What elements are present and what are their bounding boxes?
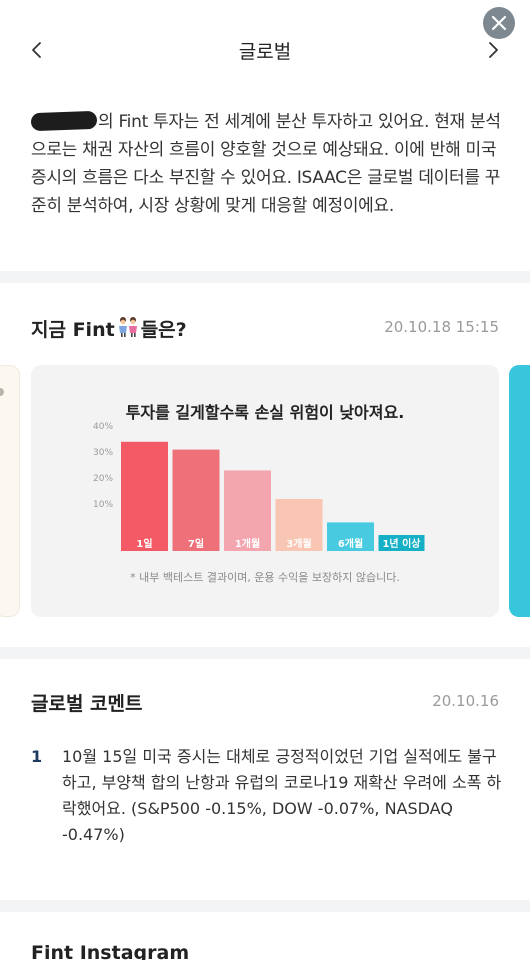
bar-category-label: 6개월	[338, 537, 363, 550]
carousel-next-card[interactable]	[509, 365, 530, 617]
bar-category-label: 7일	[188, 537, 204, 550]
page-title: 글로벌	[238, 41, 292, 63]
intro-paragraph: 의 Fint 투자는 전 세계에 분산 투자하고 있어요. 현재 분석으로는 채…	[30, 108, 501, 220]
section-divider	[0, 647, 530, 659]
chart-bar	[172, 449, 220, 551]
comment-text: 10월 15일 미국 증시는 대체로 긍정적이었던 기업 실적에도 불구하고, …	[62, 747, 502, 844]
fint-now-title-prefix: 지금 Fint	[31, 319, 115, 341]
chevron-right-icon	[489, 42, 498, 58]
chart-bar	[121, 441, 168, 551]
redacted-username	[30, 110, 98, 132]
y-tick-label: 40%	[93, 422, 113, 432]
chart-disclaimer: * 내부 백테스트 결과이며, 운용 수익을 보장하지 않습니다.	[130, 571, 400, 584]
bar-category-label: 1년 이상	[382, 537, 421, 550]
bar-category-label: 3개월	[286, 537, 311, 550]
next-button[interactable]	[484, 38, 504, 62]
fint-now-title-suffix: 들은?	[140, 319, 187, 341]
bar-category-label: 1일	[136, 537, 152, 550]
intro-text: 의 Fint 투자는 전 세계에 분산 투자하고 있어요. 현재 분석으로는 채…	[31, 112, 501, 216]
close-button[interactable]	[483, 7, 515, 39]
chart-card: 투자를 길게할수록 손실 위험이 낮아져요. 40% 30% 20% 10% 1일 7일 1…	[31, 365, 499, 617]
y-tick-label: 20%	[93, 474, 113, 484]
global-comment-title: 글로벌 코멘트	[31, 693, 143, 715]
global-comment-date: 20.10.16	[432, 692, 499, 710]
section-divider	[0, 271, 530, 283]
instagram-title: Fint Instagram	[31, 942, 190, 960]
header: 글로벌	[0, 0, 530, 100]
close-icon	[491, 15, 507, 31]
bar-category-label: 1개월	[235, 537, 260, 550]
fint-now-title: 지금 Fint 들은?	[31, 315, 187, 342]
people-icon	[118, 317, 137, 337]
y-tick-label: 30%	[93, 448, 113, 458]
comment-number: 1	[31, 747, 43, 766]
y-tick-label: 10%	[93, 500, 113, 510]
carousel-prev-card[interactable]	[0, 365, 20, 617]
fint-now-timestamp: 20.10.18 15:15	[384, 318, 499, 336]
section-divider	[0, 900, 530, 912]
